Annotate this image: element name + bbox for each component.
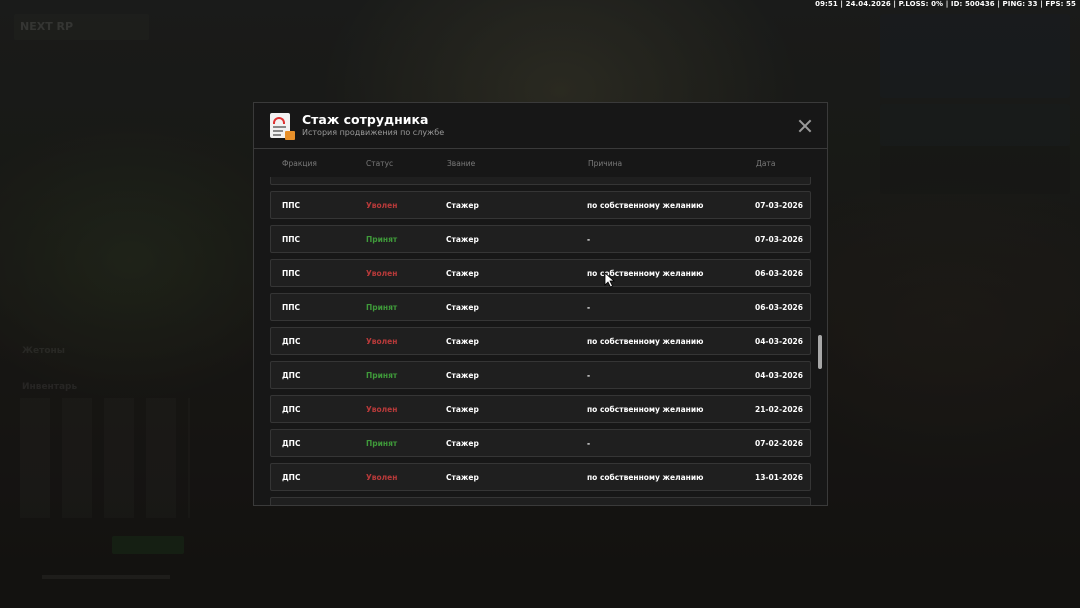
cell-faction: ДПС (282, 371, 301, 380)
cell-date: 21-02-2026 (755, 405, 803, 414)
hud-stats-text: 09:51 | 24.04.2026 | P.LOSS: 0% | ID: 50… (815, 0, 1076, 8)
cell-reason: - (587, 303, 591, 312)
cell-rank: Стажер (446, 269, 479, 278)
cell-date: 13-01-2026 (755, 473, 803, 482)
table-row: ДПС Уволен Стажер по собственному желани… (270, 463, 811, 491)
cell-reason: по собственному желанию (587, 473, 704, 482)
cell-rank: Стажер (446, 473, 479, 482)
cell-rank: Стажер (446, 235, 479, 244)
cell-faction: ППС (282, 235, 301, 244)
cell-date: 07-02-2026 (755, 439, 803, 448)
mouse-cursor-icon (604, 272, 616, 288)
cell-faction: ППС (282, 269, 301, 278)
modal-title: Стаж сотрудника (302, 112, 429, 127)
cell-reason: по собственному желанию (587, 337, 704, 346)
cell-faction: ДПС (282, 439, 301, 448)
cell-faction: ППС (282, 303, 301, 312)
table-row: ДПС Уволен Стажер по собственному желани… (270, 395, 811, 423)
table-row (270, 497, 811, 505)
close-icon[interactable] (794, 115, 816, 137)
header-date: Дата (756, 159, 776, 168)
modal-header: Стаж сотрудника История продвижения по с… (254, 103, 827, 149)
cell-date: 06-03-2026 (755, 303, 803, 312)
cell-status: Принят (366, 439, 398, 448)
document-icon (270, 113, 295, 140)
cell-status: Принят (366, 371, 398, 380)
table-row: ППС Уволен Стажер по собственному желани… (270, 259, 811, 287)
cell-faction: ППС (282, 201, 301, 210)
cell-rank: Стажер (446, 337, 479, 346)
cell-rank: Стажер (446, 371, 479, 380)
cell-reason: - (587, 371, 591, 380)
table-row: ППС Принят Стажер - 07-03-2026 (270, 225, 811, 253)
cell-date: 04-03-2026 (755, 371, 803, 380)
cell-status: Уволен (366, 201, 398, 210)
modal-subtitle: История продвижения по службе (302, 128, 445, 137)
cell-date: 04-03-2026 (755, 337, 803, 346)
cell-reason: по собственному желанию (587, 201, 704, 210)
cell-rank: Стажер (446, 439, 479, 448)
table-row: ППС Уволен Стажер по собственному желани… (270, 191, 811, 219)
cell-status: Уволен (366, 405, 398, 414)
cell-faction: ДПС (282, 405, 301, 414)
scrollbar-thumb[interactable] (818, 335, 822, 369)
cell-status: Уволен (366, 269, 398, 278)
history-list[interactable]: ППС Уволен Стажер по собственному желани… (270, 177, 812, 505)
cell-rank: Стажер (446, 201, 479, 210)
header-rank: Звание (447, 159, 476, 168)
header-status: Статус (366, 159, 394, 168)
cell-faction: ДПС (282, 473, 301, 482)
cell-status: Уволен (366, 473, 398, 482)
cell-rank: Стажер (446, 405, 479, 414)
cell-reason: - (587, 235, 591, 244)
header-reason: Причина (588, 159, 623, 168)
cell-status: Принят (366, 235, 398, 244)
cell-reason: по собственному желанию (587, 405, 704, 414)
service-history-modal: Стаж сотрудника История продвижения по с… (253, 102, 828, 506)
header-faction: Фракция (282, 159, 317, 168)
table-row: ППС Принят Стажер - 06-03-2026 (270, 293, 811, 321)
cell-rank: Стажер (446, 303, 479, 312)
table-row: ДПС Принят Стажер - 04-03-2026 (270, 361, 811, 389)
cell-date: 07-03-2026 (755, 201, 803, 210)
table-row (270, 177, 811, 185)
cell-status: Принят (366, 303, 398, 312)
cell-reason: - (587, 439, 591, 448)
cell-date: 06-03-2026 (755, 269, 803, 278)
table-header: Фракция Статус Звание Причина Дата (254, 157, 827, 171)
cell-faction: ДПС (282, 337, 301, 346)
cell-status: Уволен (366, 337, 398, 346)
table-row: ДПС Уволен Стажер по собственному желани… (270, 327, 811, 355)
table-row: ДПС Принят Стажер - 07-02-2026 (270, 429, 811, 457)
cell-date: 07-03-2026 (755, 235, 803, 244)
